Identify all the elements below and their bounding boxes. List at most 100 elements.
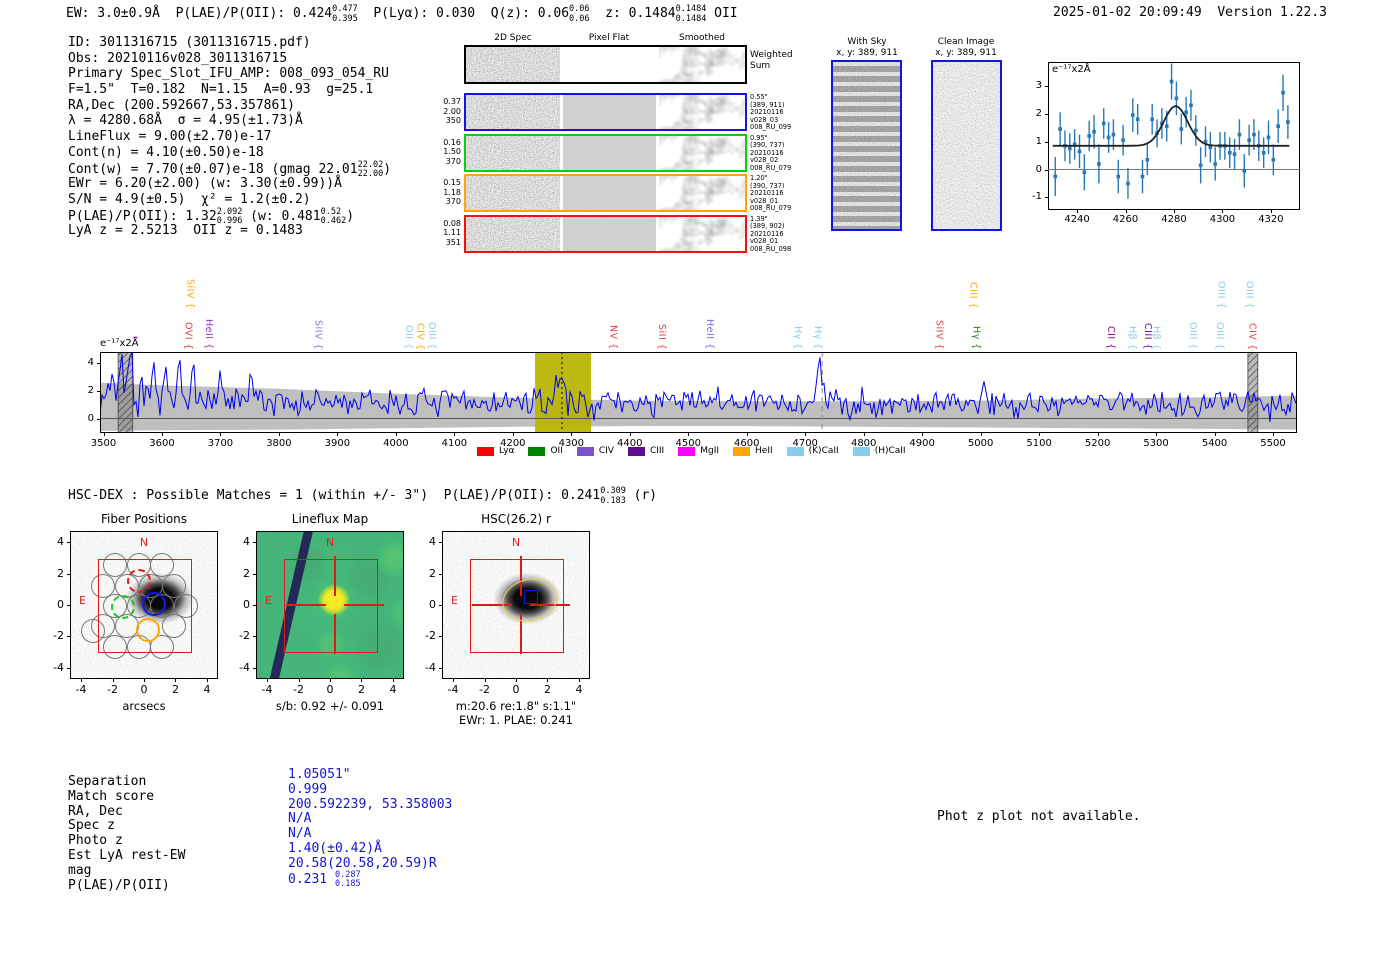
legend-label: MgII [700, 446, 720, 456]
tick [253, 636, 256, 638]
info-line-text: LyA z = 2.5213 OII z = 0.1483 [68, 223, 303, 239]
match-label: RA, Dec [68, 803, 123, 819]
tick [439, 605, 442, 606]
legend-item-heii: HeII [733, 446, 773, 456]
spec2d-row-right-labels: 1.20" (390, 737) 20210116 v028_01 008_RU_079 [750, 174, 810, 213]
spec2d-row-left-labels: 0.15 1.18 370 [431, 178, 461, 207]
line-label-oiii: OIII { [1215, 281, 1227, 309]
spec2d-row-right-labels: 0.55" (389, 911) 20210116 v028_03 008_RU_099 [750, 93, 810, 132]
line-label-oiii: OIII { [1186, 322, 1198, 350]
frac-bottom: 0.1484 [675, 13, 707, 24]
tick [1270, 210, 1272, 213]
tick [361, 679, 363, 682]
tick [144, 679, 145, 682]
tick [161, 433, 163, 436]
line-label-heii: HeII { [202, 319, 214, 350]
spectrum-xtick: 3900 [324, 438, 351, 449]
legend-label: CIV [598, 446, 614, 456]
info-line-5: λ = 4280.68Å σ = 4.95(±1.73)Å [68, 113, 391, 129]
hsc-dex-fraction: 0.309 0.183 [600, 486, 626, 506]
cutout-ytick: 0 [243, 598, 250, 611]
frac-bottom: 0.185 [334, 879, 361, 890]
tick [1045, 85, 1048, 87]
photz-note: Phot z plot not available. [937, 809, 1141, 824]
linefit-ytick: 0 [1035, 163, 1042, 175]
line-label-ciii: CIII { [967, 281, 979, 309]
info-line-text: ) [346, 208, 355, 224]
spectrum-xtick: 4900 [909, 438, 935, 449]
line-label-civ: CIV { [414, 322, 426, 351]
left-label-line: 0.37 [443, 97, 461, 106]
left-label-line: 1.11 [443, 228, 461, 237]
tick [337, 433, 339, 436]
line-label-h: Hβ { [1126, 325, 1138, 350]
cutout-title-1: Lineflux Map [291, 512, 369, 526]
legend-item-ly: Lyα [477, 446, 514, 456]
cutout-ytick: 4 [243, 535, 250, 549]
tick [439, 636, 442, 638]
spec2d-row [464, 133, 747, 172]
frac-bottom: 0.395 [332, 13, 358, 24]
tick [516, 679, 517, 682]
right-label-line: 008_RU_099 [750, 123, 792, 132]
east-label: E [451, 594, 458, 607]
left-label-line: 351 [445, 237, 461, 247]
tick [267, 679, 269, 682]
spectrum-xtick: 5300 [1143, 438, 1169, 449]
info-line-text: λ = 4280.68Å σ = 4.95(±1.73)Å [68, 113, 303, 129]
cutout-ytick: 0 [429, 598, 436, 611]
spec2d-row-left-labels: 0.37 2.00 350 [431, 97, 461, 126]
line-label-h: Hγ { [812, 326, 824, 350]
tick [298, 679, 300, 682]
legend-label: (K)CaII [808, 446, 839, 456]
cutout-ytick: -4 [53, 660, 64, 674]
match-value: 1.40(±0.42)Å [288, 840, 382, 856]
tick [1214, 433, 1216, 436]
clean-coords: x, y: 389, 911 [935, 48, 997, 58]
info-line-10: S/N = 4.9(±0.5) χ² = 1.2(±0.2) [68, 192, 391, 208]
cutout-xtick: 2 [171, 683, 179, 696]
legend-swatch [576, 446, 594, 456]
line-label-oiii: OIII { [1243, 281, 1255, 309]
tick [688, 433, 690, 436]
tick [67, 542, 70, 544]
cutout-title-2: HSC(26.2) r [481, 512, 551, 526]
spec2d-row [464, 214, 747, 253]
tick [206, 679, 208, 682]
tick [1039, 433, 1041, 436]
tick [103, 433, 105, 436]
cutout-xtick: -2 [293, 683, 304, 696]
summary-header: EW: 3.0±0.9Å P(LAE)/P(OII): 0.424 0.477 0.… [66, 4, 738, 24]
tick [253, 667, 256, 669]
spectrum-xtick: 5100 [1026, 438, 1052, 449]
summary-header-fraction: 0.1484 0.1484 [675, 4, 707, 24]
info-line-3: F=1.5" T=0.182 N=1.15 A=0.93 g=25.1 [68, 82, 391, 98]
line-label-cii: CII { [1105, 326, 1117, 350]
cutout-ytick: -4 [425, 660, 436, 674]
cutout-caption2-2: EWr: 1. PLAE: 0.241 [459, 713, 573, 727]
tick [980, 433, 982, 436]
linefit-xtick: 4300 [1209, 214, 1236, 225]
tick [547, 679, 549, 682]
info-line-text: LineFlux = 9.00(±2.70)e-17 [68, 129, 272, 145]
cutout-ytick: -2 [53, 629, 64, 643]
green-fiber [110, 594, 135, 619]
legend-item-ciii: CIII [627, 446, 664, 456]
col-header-pixelflat: Pixel Flat [588, 33, 630, 43]
line-label-nv: NV { [607, 325, 619, 350]
info-line-2: Primary Spec_Slot_IFU_AMP: 008_093_054_R… [68, 66, 391, 82]
spec2d-cell [658, 216, 746, 251]
cutout-ytick: -2 [239, 629, 250, 643]
tick [1097, 433, 1099, 436]
left-label-line: 1.50 [443, 147, 461, 156]
cutout-box-2: NE [442, 531, 590, 679]
cutout-xtick: 2 [543, 683, 551, 696]
cutout-caption-2: m:20.6 re:1.8" s:1.1" [455, 699, 577, 713]
north-label: N [325, 536, 335, 549]
tick [1045, 169, 1048, 171]
line-label-civ: CIV { [1246, 322, 1258, 351]
line-label-oii: OII { [402, 325, 414, 350]
cutout-caption-0: arcsecs [122, 699, 166, 713]
spec2d-cell [563, 216, 656, 251]
info-line-text: EWr = 6.20(±2.00) (w: 3.30(±0.99))Å [68, 176, 342, 192]
